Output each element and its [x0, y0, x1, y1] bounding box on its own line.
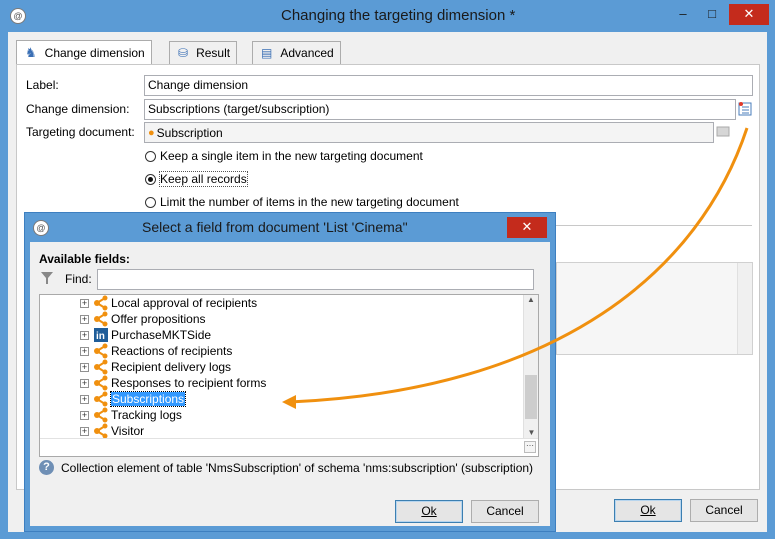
annotation-arrow: [282, 127, 749, 409]
